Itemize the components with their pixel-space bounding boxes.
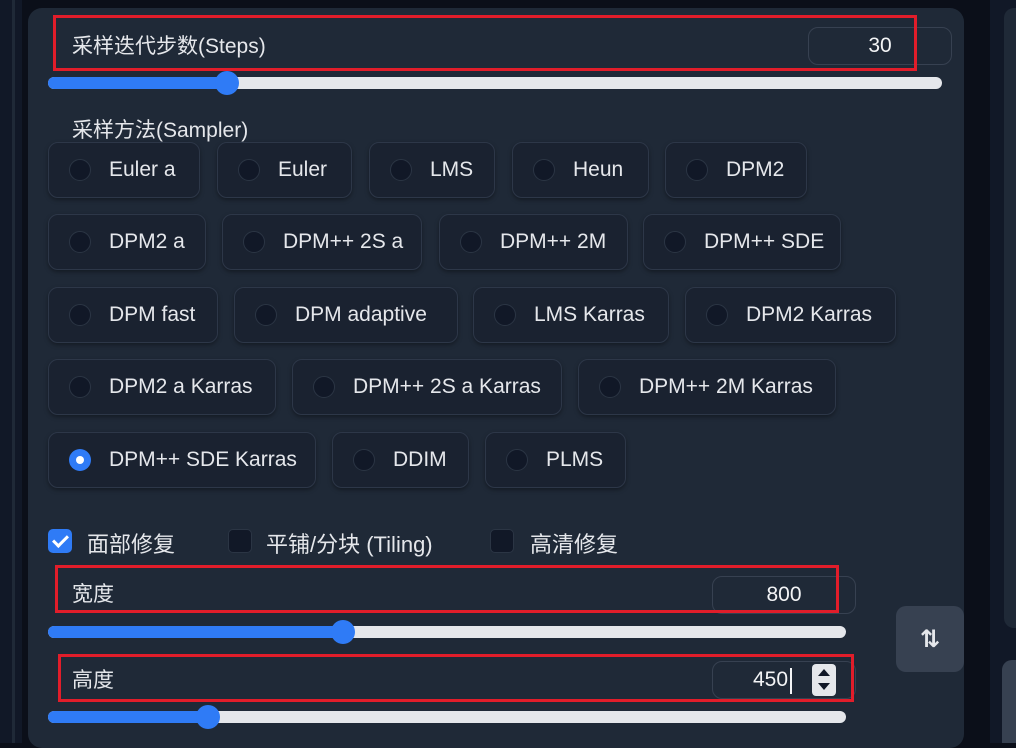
radio-icon: [255, 304, 277, 326]
sampler-option[interactable]: LMS: [369, 142, 495, 198]
sampler-option[interactable]: DPM++ 2S a Karras: [292, 359, 562, 415]
steps-slider[interactable]: [48, 71, 942, 95]
steps-slider-thumb[interactable]: [215, 71, 239, 95]
radio-icon: [243, 231, 265, 253]
radio-icon: [599, 376, 621, 398]
radio-icon: [664, 231, 686, 253]
swap-vertical-icon: ⇅: [919, 625, 941, 653]
sampler-option[interactable]: DPM2: [665, 142, 807, 198]
height-slider-fill: [48, 711, 208, 723]
sampler-option-selected[interactable]: DPM++ SDE Karras: [48, 432, 316, 488]
sampler-option[interactable]: DPM2 a: [48, 214, 206, 270]
hires-fix-label: 高清修复: [530, 532, 619, 557]
height-highlight-box: [58, 654, 854, 702]
radio-icon: [353, 449, 375, 471]
radio-icon: [313, 376, 335, 398]
hires-fix-checkbox[interactable]: [490, 529, 514, 553]
steps-slider-fill: [48, 77, 227, 89]
restore-faces-label: 面部修复: [87, 532, 176, 557]
sampler-option[interactable]: DPM++ 2M Karras: [578, 359, 836, 415]
radio-icon: [69, 376, 91, 398]
sampler-option[interactable]: Euler a: [48, 142, 200, 198]
radio-icon: [506, 449, 528, 471]
radio-icon: [706, 304, 728, 326]
tiling-label: 平铺/分块 (Tiling): [266, 532, 433, 557]
sampler-option[interactable]: DPM++ SDE: [643, 214, 841, 270]
radio-selected-icon: [69, 449, 91, 471]
sampler-option[interactable]: DPM2 Karras: [685, 287, 896, 343]
width-slider-thumb[interactable]: [331, 620, 355, 644]
radio-icon: [460, 231, 482, 253]
sampler-label: 采样方法(Sampler): [72, 119, 249, 142]
sampler-option[interactable]: DPM++ 2S a: [222, 214, 422, 270]
width-slider-fill: [48, 626, 343, 638]
sampler-option[interactable]: DPM++ 2M: [439, 214, 628, 270]
sampler-option[interactable]: Euler: [217, 142, 352, 198]
steps-highlight-box: [53, 15, 917, 71]
left-gutter: [0, 0, 22, 743]
sampler-option[interactable]: DPM fast: [48, 287, 218, 343]
radio-icon: [390, 159, 412, 181]
sampler-option[interactable]: Heun: [512, 142, 649, 198]
radio-icon: [686, 159, 708, 181]
radio-icon: [533, 159, 555, 181]
swap-dimensions-button[interactable]: ⇅: [896, 606, 964, 672]
radio-icon: [69, 231, 91, 253]
radio-icon: [238, 159, 260, 181]
width-highlight-box: [55, 565, 839, 613]
height-slider[interactable]: [48, 705, 846, 729]
height-slider-thumb[interactable]: [196, 705, 220, 729]
right-panel-edge: [990, 0, 1016, 743]
tiling-checkbox[interactable]: [228, 529, 252, 553]
sampler-option[interactable]: PLMS: [485, 432, 626, 488]
sampler-option[interactable]: DPM adaptive: [234, 287, 458, 343]
sampler-option[interactable]: LMS Karras: [473, 287, 669, 343]
restore-faces-checkbox[interactable]: [48, 529, 72, 553]
radio-icon: [494, 304, 516, 326]
sampler-option[interactable]: DPM2 a Karras: [48, 359, 276, 415]
width-slider[interactable]: [48, 620, 846, 644]
sampler-option[interactable]: DDIM: [332, 432, 469, 488]
radio-icon: [69, 159, 91, 181]
radio-icon: [69, 304, 91, 326]
